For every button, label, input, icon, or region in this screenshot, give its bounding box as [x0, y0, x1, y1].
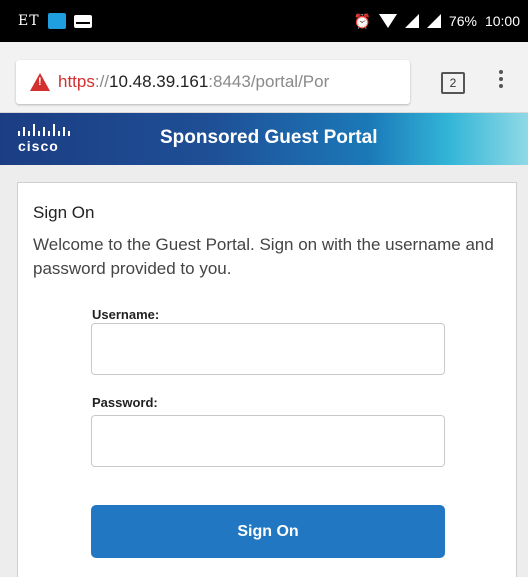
sign-on-button[interactable]: Sign On [91, 505, 445, 558]
url-host: 10.48.39.161 [109, 72, 209, 91]
carrier-label: ET [18, 13, 40, 29]
password-label: Password: [92, 395, 158, 410]
cisco-logo: cisco [18, 122, 72, 158]
signon-title: Sign On [33, 203, 95, 222]
status-bar: ET ⏰ 76% 10:00 [0, 0, 528, 42]
url-path: :8443/portal/Por [208, 72, 330, 91]
url-separator: :// [94, 72, 110, 91]
status-bar-left: ET [18, 13, 92, 29]
signal-icon [426, 14, 441, 28]
warning-icon[interactable]: ! [30, 73, 50, 91]
address-bar[interactable]: ! https :// 10.48.39.161 :8443/portal/Po… [16, 60, 410, 104]
tab-switcher-button[interactable]: 2 [441, 72, 465, 94]
welcome-message: Welcome to the Guest Portal. Sign on wit… [33, 235, 494, 278]
signon-card: Sign On Welcome to the Guest Portal. Sig… [17, 182, 517, 577]
overflow-menu-icon[interactable] [498, 70, 504, 88]
logo-text: cisco [18, 138, 59, 154]
portal-title: Sponsored Guest Portal [160, 127, 378, 148]
url-scheme: https [58, 72, 95, 91]
portal-banner: cisco Sponsored Guest Portal [0, 113, 528, 165]
signal-icon [404, 14, 419, 28]
wifi-icon [378, 14, 397, 28]
alarm-icon: ⏰ [353, 12, 371, 29]
username-label: Username: [92, 307, 160, 322]
app-icon [47, 13, 66, 29]
battery-level: 76% [448, 13, 477, 29]
username-field[interactable] [91, 323, 445, 375]
password-field[interactable] [91, 415, 445, 467]
browser-toolbar: ! https :// 10.48.39.161 :8443/portal/Po… [0, 42, 528, 113]
mail-icon [73, 14, 92, 28]
status-bar-right: ⏰ 76% 10:00 [353, 13, 520, 30]
clock: 10:00 [484, 13, 520, 29]
